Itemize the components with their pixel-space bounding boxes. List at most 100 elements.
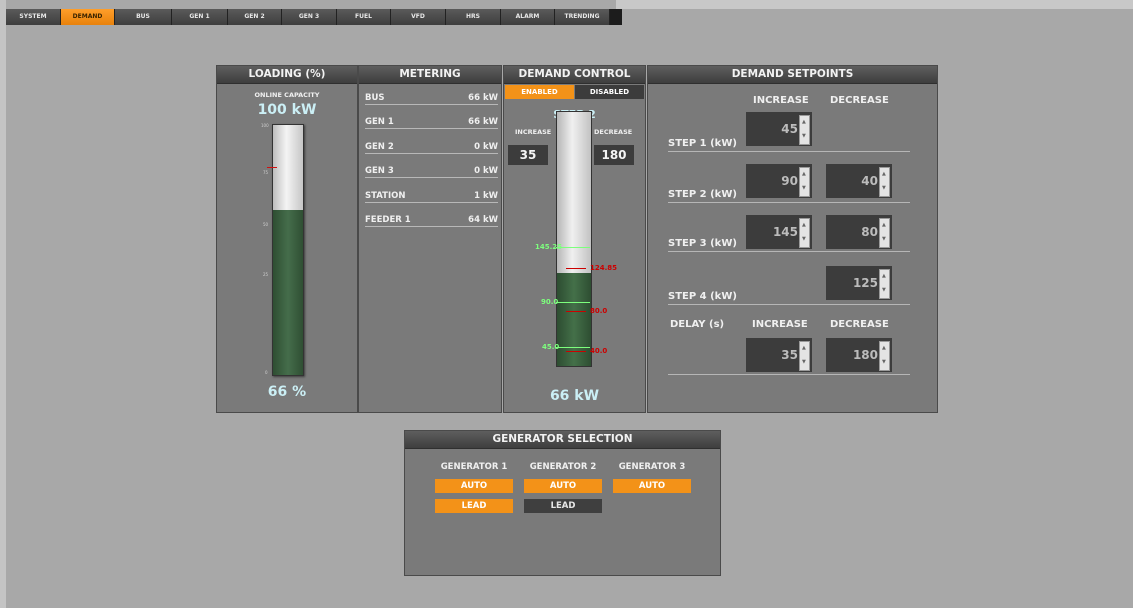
arrow-down-icon[interactable]: ▼	[882, 236, 886, 242]
demand-setpoints-panel: DEMAND SETPOINTS INCREASE DECREASE 45 ▲ ▼…	[647, 65, 938, 413]
arrow-down-icon[interactable]: ▼	[882, 185, 886, 191]
demand-enabled-toggle[interactable]: ENABLED	[505, 85, 574, 99]
arrow-up-icon[interactable]: ▲	[802, 222, 806, 228]
online-capacity-value: 100 kW	[257, 102, 317, 118]
step-4-label: STEP 4 (kW)	[668, 291, 737, 302]
tab-vfd[interactable]: VFD	[391, 9, 446, 25]
window-frame-left	[0, 0, 6, 608]
tab-system[interactable]: SYSTEM	[6, 9, 61, 25]
meter-row-gen-2: GEN 2 0 kW	[365, 139, 498, 154]
spinbox-value: 35	[781, 348, 798, 362]
step-1-increase-spinbox[interactable]: 45 ▲ ▼	[746, 112, 812, 146]
decrease-label: DECREASE	[594, 128, 633, 136]
spinbox-value: 180	[852, 348, 878, 362]
spinbox-arrows[interactable]: ▲ ▼	[879, 341, 890, 371]
top-tab-bar: SYSTEM DEMAND BUS GEN 1 GEN 2 GEN 3 FUEL…	[6, 9, 622, 25]
generator-1-lead-button[interactable]: LEAD	[435, 499, 513, 513]
delay-increase-spinbox[interactable]: 35 ▲ ▼	[746, 338, 812, 372]
step-3-divider	[668, 251, 910, 252]
spinbox-value: 80	[861, 225, 878, 239]
meter-row-gen-1: GEN 1 66 kW	[365, 114, 498, 129]
spinbox-arrows[interactable]: ▲ ▼	[799, 218, 810, 248]
generator-2-auto-button[interactable]: AUTO	[524, 479, 602, 493]
step-3-label: STEP 3 (kW)	[668, 238, 737, 249]
step-3-increase-marker: 145.25	[535, 243, 563, 251]
tab-hrs[interactable]: HRS	[446, 9, 501, 25]
meter-label: FEEDER 1	[365, 215, 411, 225]
arrow-up-icon[interactable]: ▲	[882, 273, 886, 279]
decrease-column-header: DECREASE	[830, 95, 889, 106]
tab-gen-1[interactable]: GEN 1	[172, 9, 228, 25]
meter-row-bus: BUS 66 kW	[365, 90, 498, 105]
arrow-down-icon[interactable]: ▼	[802, 359, 806, 365]
step-1-decrease-line	[566, 351, 586, 352]
arrow-up-icon[interactable]: ▲	[802, 171, 806, 177]
loading-level-fill	[273, 210, 303, 375]
step-1-increase-marker: 45.0	[542, 343, 560, 351]
tab-alarm[interactable]: ALARM	[501, 9, 555, 25]
tab-gen-3[interactable]: GEN 3	[282, 9, 337, 25]
metering-panel: METERING BUS 66 kW GEN 1 66 kW GEN 2 0 k…	[358, 65, 502, 413]
spinbox-arrows[interactable]: ▲ ▼	[879, 218, 890, 248]
meter-row-gen-3: GEN 3 0 kW	[365, 163, 498, 178]
meter-label: GEN 3	[365, 166, 394, 176]
arrow-up-icon[interactable]: ▲	[882, 171, 886, 177]
tab-gen-2[interactable]: GEN 2	[228, 9, 282, 25]
meter-label: GEN 1	[365, 117, 394, 127]
arrow-down-icon[interactable]: ▼	[882, 287, 886, 293]
arrow-down-icon[interactable]: ▼	[882, 359, 886, 365]
spinbox-arrows[interactable]: ▲ ▼	[799, 115, 810, 145]
current-increase-value: 35	[508, 145, 548, 165]
spinbox-value: 125	[852, 276, 878, 290]
tab-fuel[interactable]: FUEL	[337, 9, 391, 25]
demand-setpoints-title: DEMAND SETPOINTS	[648, 66, 937, 84]
step-4-decrease-spinbox[interactable]: 125 ▲ ▼	[826, 266, 892, 300]
generator-selection-panel: GENERATOR SELECTION GENERATOR 1 GENERATO…	[404, 430, 721, 576]
generator-2-lead-button[interactable]: LEAD	[524, 499, 602, 513]
step-2-decrease-marker: 80.0	[590, 307, 608, 315]
arrow-down-icon[interactable]: ▼	[802, 185, 806, 191]
arrow-down-icon[interactable]: ▼	[802, 236, 806, 242]
spinbox-arrows[interactable]: ▲ ▼	[799, 341, 810, 371]
delay-decrease-spinbox[interactable]: 180 ▲ ▼	[826, 338, 892, 372]
spinbox-arrows[interactable]: ▲ ▼	[879, 269, 890, 299]
step-2-increase-spinbox[interactable]: 90 ▲ ▼	[746, 164, 812, 198]
online-capacity-label: ONLINE CAPACITY	[254, 91, 320, 99]
step-3-decrease-line	[566, 268, 586, 269]
meter-value: 66 kW	[468, 93, 498, 103]
arrow-up-icon[interactable]: ▲	[882, 345, 886, 351]
spinbox-arrows[interactable]: ▲ ▼	[799, 167, 810, 197]
generator-2-label: GENERATOR 2	[529, 462, 597, 472]
step-1-increase-line	[556, 347, 590, 348]
step-1-label: STEP 1 (kW)	[668, 138, 737, 149]
demand-disabled-toggle[interactable]: DISABLED	[575, 85, 644, 99]
spinbox-arrows[interactable]: ▲ ▼	[879, 167, 890, 197]
increase-column-header: INCREASE	[753, 95, 809, 106]
step-3-decrease-spinbox[interactable]: 80 ▲ ▼	[826, 215, 892, 249]
demand-control-title: DEMAND CONTROL	[504, 66, 645, 84]
meter-label: GEN 2	[365, 142, 394, 152]
arrow-up-icon[interactable]: ▲	[802, 345, 806, 351]
scale-tick-75: 75	[263, 170, 269, 175]
step-1-divider	[668, 151, 910, 152]
generator-1-auto-button[interactable]: AUTO	[435, 479, 513, 493]
loading-panel: LOADING (%) ONLINE CAPACITY 100 kW 100 7…	[216, 65, 358, 413]
spinbox-value: 90	[781, 174, 798, 188]
meter-label: STATION	[365, 191, 406, 201]
meter-row-feeder-1: FEEDER 1 64 kW	[365, 212, 498, 227]
loading-title: LOADING (%)	[217, 66, 357, 84]
arrow-down-icon[interactable]: ▼	[802, 133, 806, 139]
tab-demand[interactable]: DEMAND	[61, 9, 115, 25]
generator-3-auto-button[interactable]: AUTO	[613, 479, 691, 493]
tab-bus[interactable]: BUS	[115, 9, 172, 25]
step-3-increase-spinbox[interactable]: 145 ▲ ▼	[746, 215, 812, 249]
arrow-up-icon[interactable]: ▲	[802, 119, 806, 125]
tab-trending[interactable]: TRENDING	[555, 9, 610, 25]
step-2-decrease-line	[566, 311, 586, 312]
arrow-up-icon[interactable]: ▲	[882, 222, 886, 228]
spinbox-value: 40	[861, 174, 878, 188]
step-2-label: STEP 2 (kW)	[668, 189, 737, 200]
meter-value: 1 kW	[474, 191, 498, 201]
scale-tick-100: 100	[261, 123, 269, 128]
step-2-decrease-spinbox[interactable]: 40 ▲ ▼	[826, 164, 892, 198]
